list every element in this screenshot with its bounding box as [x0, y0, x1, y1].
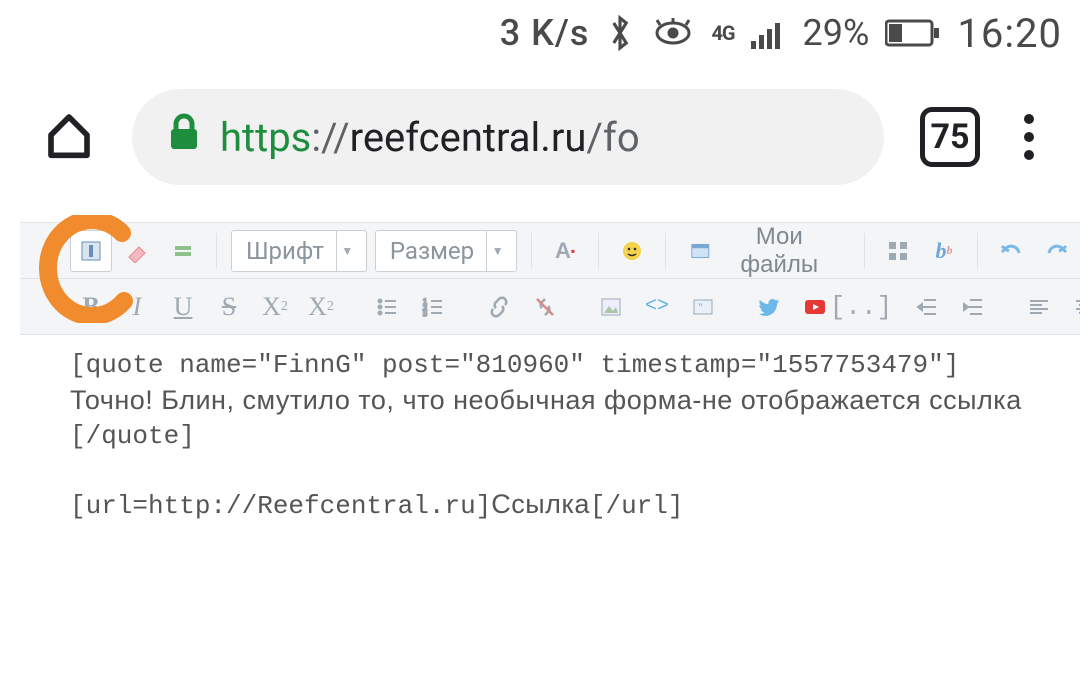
- battery-percent: 29%: [803, 12, 870, 54]
- eye-icon: [651, 18, 695, 48]
- editor-line: [/url]: [590, 491, 684, 521]
- indent-button[interactable]: [952, 286, 994, 328]
- bold-button[interactable]: B: [70, 286, 112, 328]
- outdent-button[interactable]: [906, 286, 948, 328]
- switch-button[interactable]: [162, 230, 204, 272]
- url-bar[interactable]: https://reefcentral.ru/fo: [132, 89, 884, 185]
- size-select-label: Размер: [390, 237, 474, 265]
- network-4g-icon: 4G: [711, 25, 734, 42]
- bluetooth-icon: [605, 13, 635, 53]
- align-left-button[interactable]: [1018, 286, 1060, 328]
- link-button[interactable]: [478, 286, 520, 328]
- undo-button[interactable]: [990, 230, 1032, 272]
- my-files-button[interactable]: Мои файлы: [678, 230, 852, 272]
- chevron-down-icon: ▼: [486, 231, 508, 271]
- size-select[interactable]: Размер ▼: [375, 230, 517, 272]
- subscript-button[interactable]: X2: [254, 286, 296, 328]
- url-separator: ://: [311, 114, 349, 161]
- redo-button[interactable]: [1036, 230, 1078, 272]
- url-host: reefcentral.ru: [350, 114, 587, 161]
- svg-text:3: 3: [423, 309, 427, 318]
- align-center-button[interactable]: [1064, 286, 1080, 328]
- network-type-label: 4G: [711, 25, 734, 42]
- bulleted-list-button[interactable]: [366, 286, 408, 328]
- editor-line: Ссылка: [491, 489, 590, 519]
- overflow-menu-icon[interactable]: [1016, 106, 1042, 168]
- image-button[interactable]: [590, 286, 632, 328]
- editor-toolbar-row-2: B I U S X2 X2 123 <> ": [20, 279, 1080, 335]
- brackets-button[interactable]: [..]: [840, 286, 882, 328]
- unlink-button[interactable]: [524, 286, 566, 328]
- lock-icon: [168, 113, 200, 161]
- quote-button[interactable]: ": [682, 286, 724, 328]
- underline-button[interactable]: U: [162, 286, 204, 328]
- numbered-list-button[interactable]: 123: [412, 286, 454, 328]
- status-bar: 3 K/s 4G 29% 16:20: [0, 0, 1080, 66]
- editor-line: [url=http://Reefcentral.ru]: [70, 491, 491, 521]
- svg-text:": ": [698, 300, 703, 314]
- grid-button[interactable]: [877, 230, 919, 272]
- bbcode-button[interactable]: bb: [923, 230, 965, 272]
- code-button[interactable]: <>: [636, 286, 678, 328]
- twitter-button[interactable]: [748, 286, 790, 328]
- battery-icon: [885, 18, 941, 48]
- page-frame: Шрифт ▼ Размер ▼ A▪ Мои файлы bb: [20, 222, 1080, 692]
- strike-button[interactable]: S: [208, 286, 250, 328]
- editor-line: [quote name="FinnG" post="810960" timest…: [70, 350, 959, 380]
- browser-bar: https://reefcentral.ru/fo 75: [0, 66, 1080, 208]
- editor-line: Точно! Блин, смутило то, что необычная ф…: [70, 385, 1022, 415]
- chevron-down-icon: ▼: [336, 231, 358, 271]
- editor-textarea[interactable]: [quote name="FinnG" post="810960" timest…: [20, 335, 1080, 692]
- url-protocol: https: [220, 114, 311, 161]
- editor-toolbar-row-1: Шрифт ▼ Размер ▼ A▪ Мои файлы bb: [20, 223, 1080, 279]
- url-path: /fo: [586, 114, 639, 161]
- my-files-label: Мои файлы: [718, 223, 842, 279]
- eraser-button[interactable]: [116, 230, 158, 272]
- text-color-button[interactable]: A▪: [544, 230, 586, 272]
- network-speed: 3 K/s: [500, 12, 590, 54]
- superscript-button[interactable]: X2: [300, 286, 342, 328]
- emoji-button[interactable]: [611, 230, 653, 272]
- italic-button[interactable]: I: [116, 286, 158, 328]
- font-select-label: Шрифт: [246, 237, 324, 265]
- editor-line: [/quote]: [70, 421, 195, 451]
- home-icon[interactable]: [42, 108, 96, 166]
- font-select[interactable]: Шрифт ▼: [231, 230, 367, 272]
- clock: 16:20: [957, 10, 1062, 57]
- tab-count-button[interactable]: 75: [920, 107, 980, 167]
- toggle-source-button[interactable]: [70, 230, 112, 272]
- signal-icon: [751, 17, 787, 49]
- tab-count-value: 75: [930, 117, 969, 157]
